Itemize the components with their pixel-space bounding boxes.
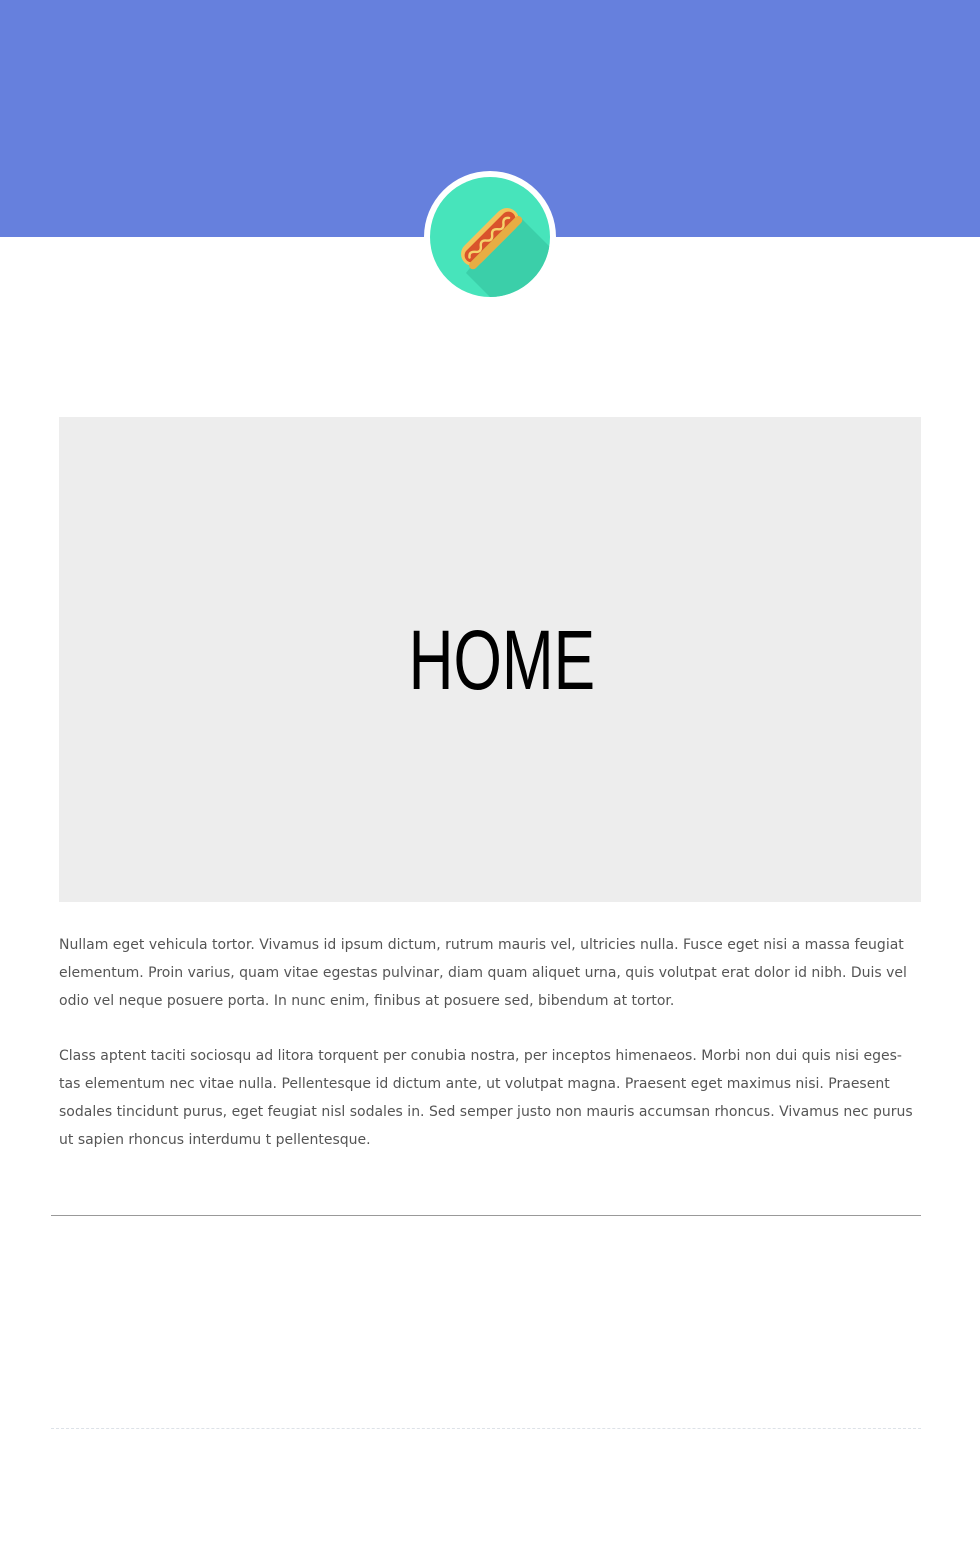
hotdog-icon	[430, 177, 550, 297]
paragraph-line: sodales tincidunt purus, eget feugiat ni…	[59, 1103, 913, 1120]
paragraph-line: Nullam eget vehicula tortor. Vivamus id …	[59, 937, 904, 953]
paragraph-line: tas elementum nec vitae nulla. Pellentes…	[59, 1076, 890, 1093]
section-divider	[51, 1215, 921, 1216]
main-content: Nullam eget vehicula tortor. Vivamus id …	[59, 932, 921, 1183]
paragraph-line: Class aptent taciti sociosqu ad litora t…	[59, 1048, 902, 1065]
paragraph: Nullam eget vehicula tortor. Vivamus id …	[59, 932, 921, 1015]
footer-divider	[51, 1428, 921, 1429]
page-title: HOME	[408, 612, 596, 707]
paragraph: Class aptent taciti sociosqu ad litora t…	[59, 1043, 921, 1154]
hero-banner: HOME	[59, 417, 921, 902]
paragraph-line: ut sapien rhoncus interdumu t pellentesq…	[59, 1131, 371, 1148]
paragraph-line: odio vel neque posuere porta. In nunc en…	[59, 992, 675, 1009]
logo[interactable]	[424, 171, 556, 303]
paragraph-line: elementum. Proin varius, quam vitae eges…	[59, 964, 907, 981]
